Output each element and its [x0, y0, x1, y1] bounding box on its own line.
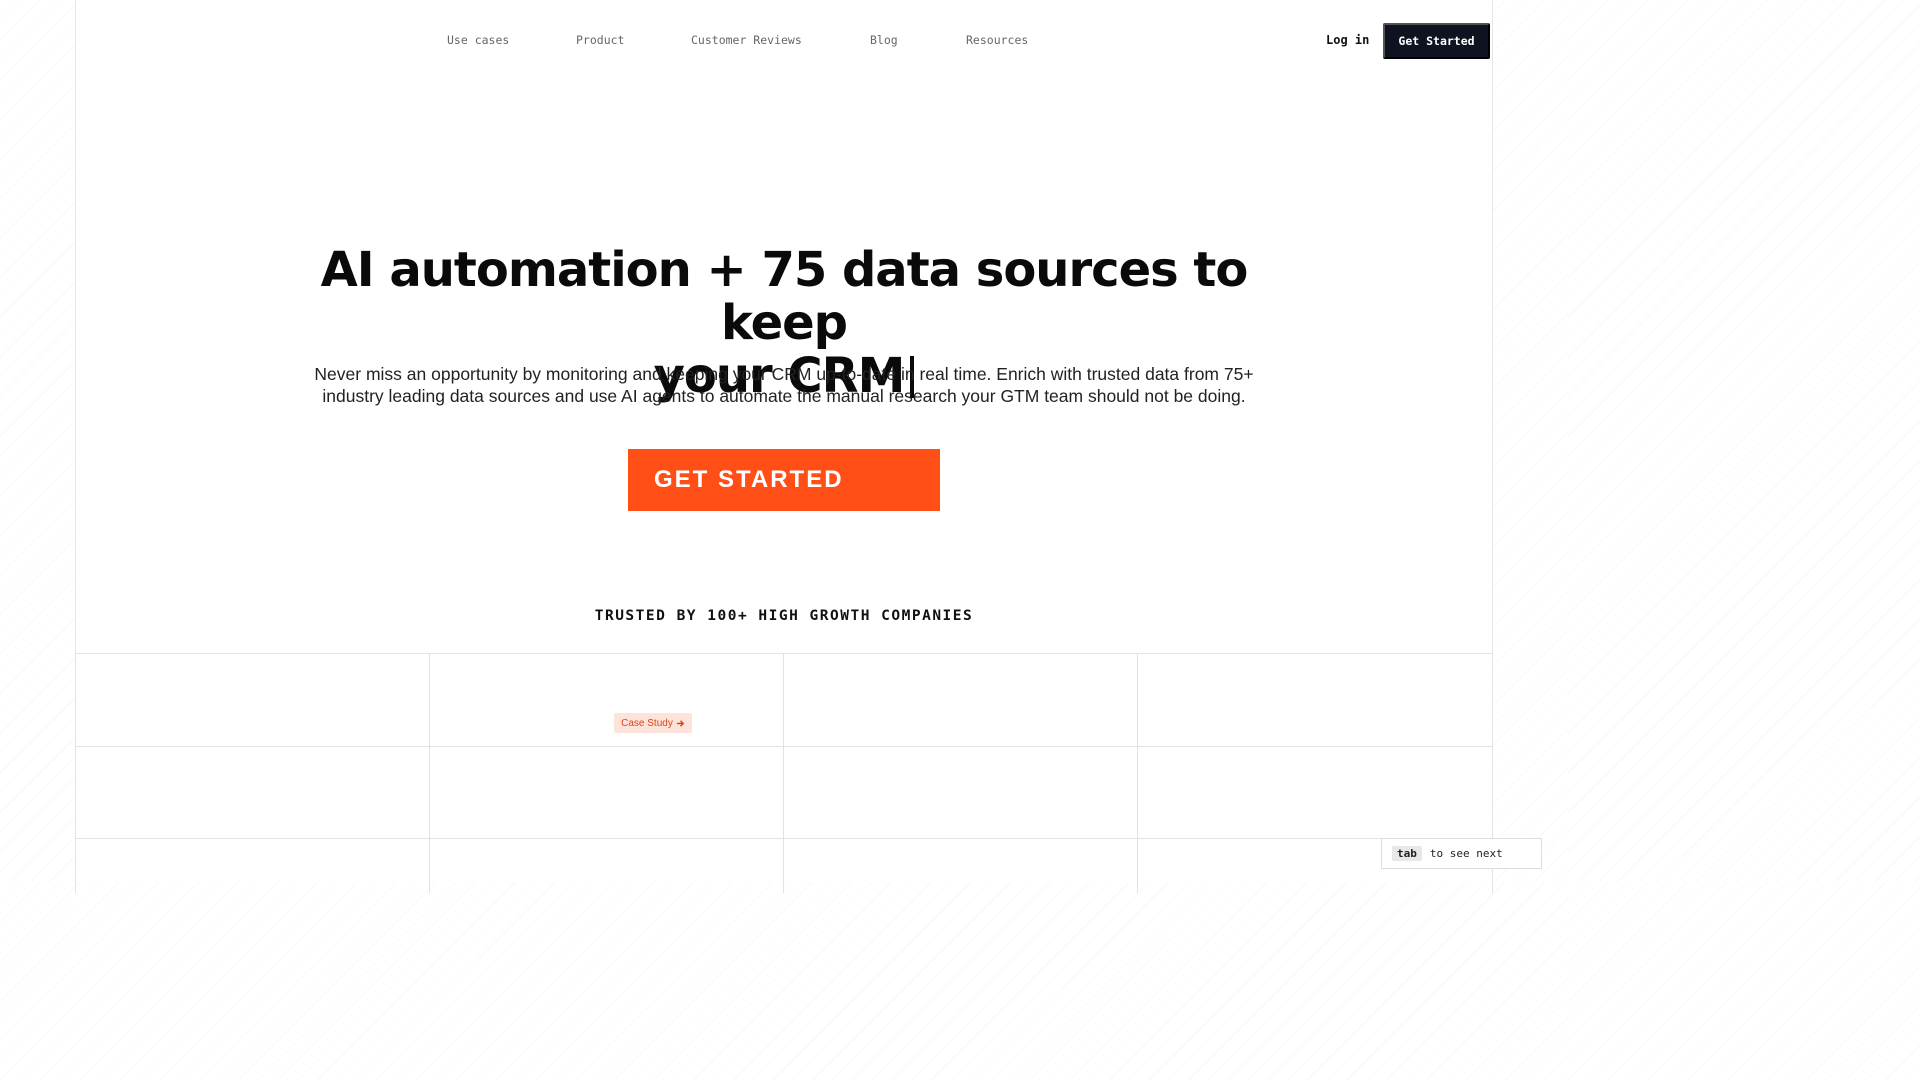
- case-study-badge[interactable]: Case Study: [614, 713, 692, 733]
- grid-divider: [783, 654, 784, 893]
- nav-resources[interactable]: Resources: [966, 33, 1028, 47]
- get-started-cta-button[interactable]: GET STARTED: [628, 449, 940, 511]
- logo-grid: [75, 653, 1493, 893]
- arrow-right-icon: [676, 719, 685, 727]
- login-link[interactable]: Log in: [1326, 33, 1369, 47]
- grid-divider: [75, 838, 1493, 839]
- case-study-label: Case Study: [621, 717, 673, 729]
- subtext-line-2: industry leading data sources and use AI…: [322, 386, 1246, 406]
- hero-subtext: Never miss an opportunity by monitoring …: [290, 363, 1278, 407]
- nav-product[interactable]: Product: [576, 33, 624, 47]
- get-started-nav-button[interactable]: Get Started: [1383, 23, 1490, 59]
- nav-use-cases[interactable]: Use cases: [447, 33, 509, 47]
- tab-hint-text: to see next: [1429, 847, 1503, 860]
- grid-divider: [1137, 654, 1138, 893]
- nav-customer-reviews[interactable]: Customer Reviews: [691, 33, 802, 47]
- grid-divider: [75, 746, 1493, 747]
- tab-key: tab: [1392, 846, 1422, 861]
- trusted-heading: TRUSTED BY 100+ HIGH GROWTH COMPANIES: [594, 608, 974, 624]
- grid-divider: [75, 654, 76, 893]
- tab-hint: tab to see next: [1381, 838, 1542, 869]
- headline-line-1: AI automation + 75 data sources to keep: [320, 242, 1249, 351]
- grid-divider: [429, 654, 430, 893]
- subtext-line-1: Never miss an opportunity by monitoring …: [314, 364, 1254, 384]
- nav-blog[interactable]: Blog: [870, 33, 898, 47]
